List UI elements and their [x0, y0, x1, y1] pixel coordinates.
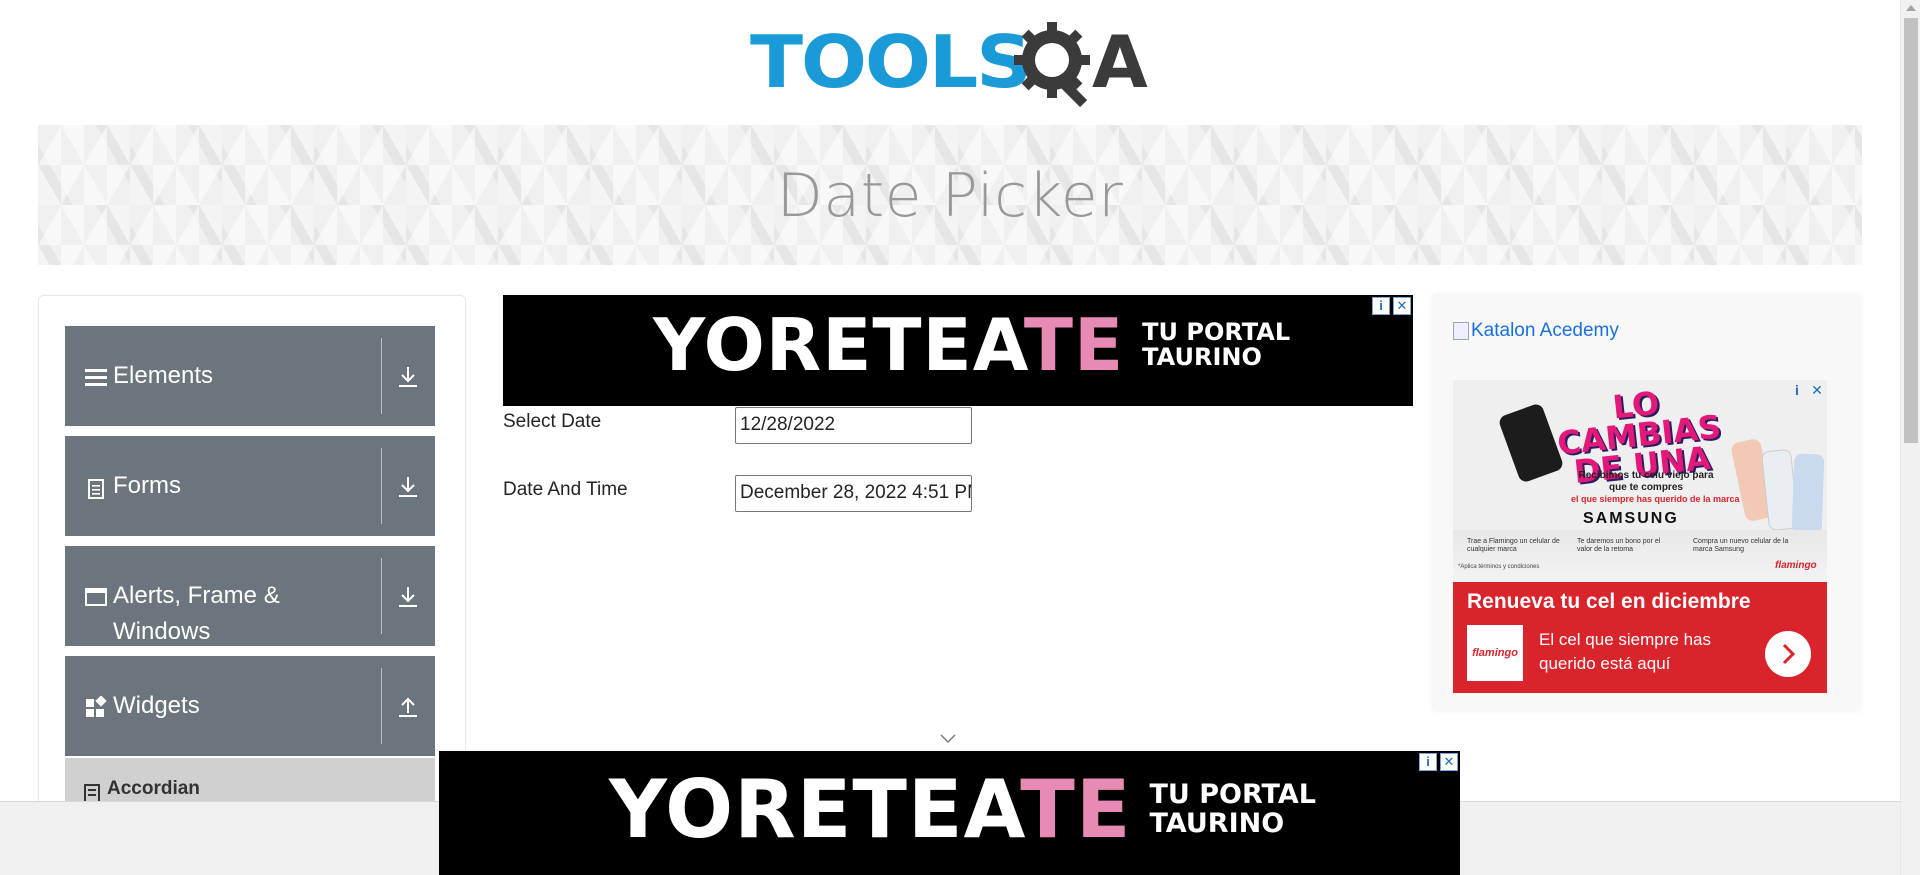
phone-image — [1791, 453, 1825, 535]
nav-group-label: Elements — [113, 362, 214, 389]
nav-group-forms[interactable]: Forms — [65, 436, 435, 536]
date-and-time-label: Date And Time — [503, 479, 628, 500]
ad-banner-bottom[interactable]: YORETEATE TU PORTAL TAURINO i ✕ — [439, 751, 1460, 875]
ad-steps-strip: Trae a Flamingo un celular de cualquier … — [1453, 530, 1827, 582]
ad-step: Trae a Flamingo un celular de cualquier … — [1467, 538, 1560, 553]
page-title: Date Picker — [776, 161, 1124, 231]
vertical-scrollbar[interactable] — [1900, 0, 1920, 875]
sidebar-item-label: Accordian — [107, 778, 200, 799]
samsung-ad[interactable]: LO CAMBIAS DE UNA Recibimos tu celu viej… — [1453, 380, 1827, 693]
ad-subtext: Recibimos tu celu viejo para que te comp… — [1578, 470, 1714, 493]
ad-controls: i ✕ — [1372, 297, 1411, 315]
list-icon — [85, 369, 107, 386]
ad-info-icon[interactable]: i — [1789, 382, 1805, 398]
ad-step: Te daremos un bono por el valor de la re… — [1577, 538, 1661, 553]
ad-info-icon[interactable]: i — [1419, 753, 1437, 771]
download-arrow-icon[interactable] — [395, 584, 421, 610]
katalon-link-text: Katalon Acedemy — [1471, 320, 1619, 341]
ad-terms-note: *Aplica términos y condiciones — [1458, 564, 1540, 570]
toolsqa-logo[interactable]: TOOLS A — [750, 18, 1155, 114]
gear-magnifier-icon — [1014, 22, 1090, 108]
ad-body: El cel que siempre has querido está aquí — [1539, 630, 1711, 673]
nav-group-label: Windows — [113, 618, 211, 645]
ad-close-icon[interactable]: ✕ — [1393, 297, 1411, 315]
site-header: TOOLS A — [0, 0, 1900, 125]
logo-text-tools: TOOLS — [750, 20, 1032, 104]
left-nav-panel: Elements Forms Alerts, Frame & Windows W… — [38, 295, 466, 875]
nav-group-alerts-frame-windows[interactable]: Alerts, Frame & Windows — [65, 546, 435, 646]
scroll-up-arrow-icon[interactable] — [1906, 5, 1916, 11]
select-date-input[interactable]: 12/28/2022 — [735, 407, 972, 444]
ad-subtext-red: el que siempre has querido de la marca — [1571, 494, 1740, 504]
flamingo-logo: flamingo — [1467, 625, 1523, 681]
download-arrow-icon[interactable] — [395, 364, 421, 390]
ad-brand-text: YORETEATE — [609, 763, 1132, 856]
ad-close-icon[interactable]: ✕ — [1809, 382, 1825, 398]
ad-title: Renueva tu cel en diciembre — [1467, 590, 1751, 613]
select-date-label: Select Date — [503, 411, 602, 432]
divider — [381, 668, 382, 744]
nav-group-label: Widgets — [113, 692, 200, 719]
logo-text-a: A — [1092, 20, 1148, 104]
scrollbar-thumb[interactable] — [1904, 18, 1918, 443]
upload-arrow-icon[interactable] — [395, 694, 421, 720]
ad-hero: LO CAMBIAS DE UNA Recibimos tu celu viej… — [1453, 380, 1827, 582]
divider — [381, 338, 382, 414]
ad-close-icon[interactable]: ✕ — [1440, 753, 1458, 771]
ad-brand-logo: YORETEATE TU PORTAL TAURINO — [609, 763, 1316, 856]
form-document-icon — [88, 479, 104, 499]
page-banner: Date Picker — [38, 125, 1862, 265]
katalon-academy-link[interactable]: Katalon Acedemy — [1453, 320, 1619, 342]
ad-tagline: TU PORTAL TAURINO — [1142, 317, 1291, 371]
ad-step: Compra un nuevo celular de la marca Sams… — [1693, 538, 1789, 553]
samsung-wordmark: SAMSUNG — [1583, 510, 1679, 527]
broken-image-icon — [1453, 322, 1469, 340]
divider — [381, 558, 382, 634]
nav-group-widgets[interactable]: Widgets — [65, 656, 435, 756]
date-and-time-input[interactable]: December 28, 2022 4:51 PM — [735, 475, 972, 512]
ad-tagline: TU PORTAL TAURINO — [1149, 779, 1316, 839]
chevron-down-icon[interactable] — [938, 733, 958, 745]
ad-controls: i ✕ — [1419, 753, 1458, 771]
ad-controls: i ✕ — [1789, 382, 1825, 398]
ad-banner-top[interactable]: YORETEATE TU PORTAL TAURINO i ✕ — [503, 295, 1413, 406]
nav-group-label: Alerts, Frame & — [113, 582, 280, 609]
ad-info-icon[interactable]: i — [1372, 297, 1390, 315]
download-arrow-icon[interactable] — [395, 474, 421, 500]
chevron-right-icon[interactable] — [1765, 631, 1811, 677]
ad-brand-text: YORETEATE — [653, 303, 1125, 387]
right-ad-card: Katalon Acedemy LO CAMBIAS DE UNA Recibi… — [1433, 295, 1860, 710]
divider — [381, 448, 382, 524]
nav-group-label: Forms — [113, 472, 181, 499]
flamingo-logo-text: flamingo — [1775, 560, 1817, 571]
nav-group-elements[interactable]: Elements — [65, 326, 435, 426]
widgets-grid-icon — [86, 696, 107, 717]
ad-brand-logo: YORETEATE TU PORTAL TAURINO — [653, 303, 1290, 387]
browser-window-icon — [85, 588, 107, 606]
